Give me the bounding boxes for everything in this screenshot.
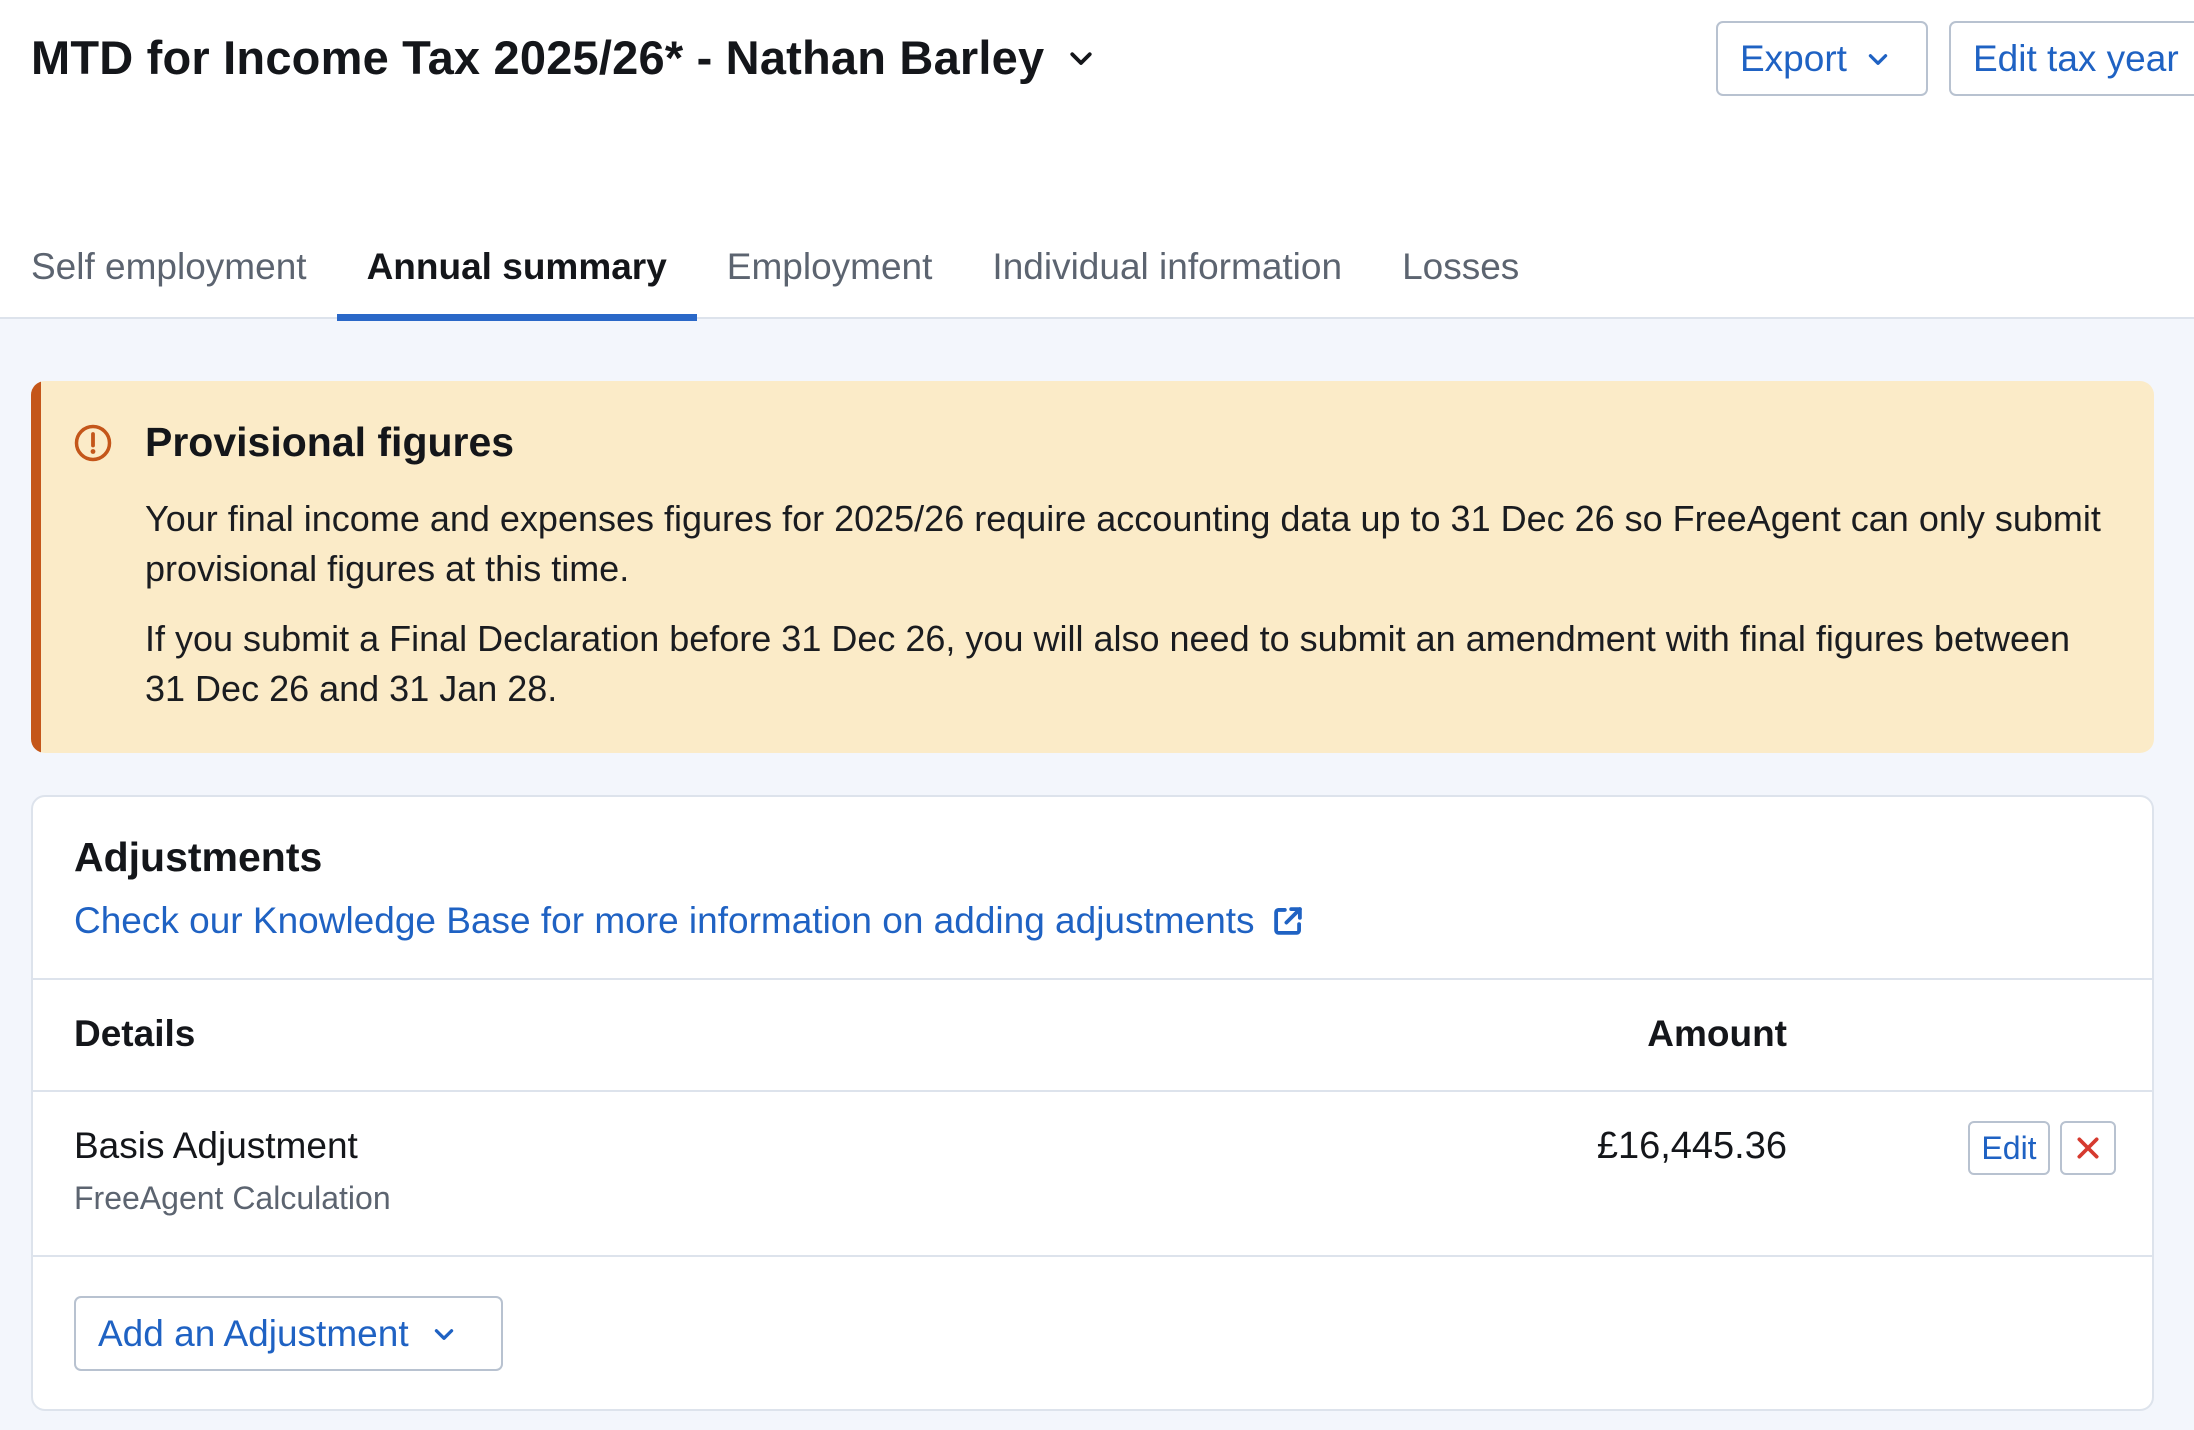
chevron-down-icon[interactable]: [1066, 43, 1096, 73]
divider: [33, 978, 2152, 980]
delete-adjustment-button[interactable]: [2060, 1121, 2116, 1175]
tab-individual-information[interactable]: Individual information: [962, 238, 1372, 319]
banner-title: Provisional figures: [145, 419, 515, 465]
tab-label: Annual summary: [366, 246, 667, 287]
close-icon: [2077, 1137, 2099, 1159]
provisional-figures-banner: Provisional figures Your final income an…: [31, 381, 2154, 753]
chevron-down-icon: [434, 1328, 453, 1340]
edit-label: Edit: [1981, 1129, 2037, 1166]
edit-adjustment-button[interactable]: Edit: [1968, 1121, 2050, 1175]
export-button[interactable]: Export: [1716, 21, 1928, 96]
external-link-icon: [1273, 907, 1302, 935]
tab-label: Losses: [1402, 246, 1520, 287]
export-label: Export: [1740, 37, 1847, 79]
banner-paragraph: If you submit a Final Declaration before…: [145, 618, 2071, 709]
page-header: MTD for Income Tax 2025/26* - Nathan Bar…: [0, 0, 2194, 321]
tab-self-employment[interactable]: Self employment: [0, 238, 337, 319]
adjustments-title: Adjustments: [74, 834, 323, 880]
tab-label: Employment: [726, 246, 933, 287]
tab-label: Individual information: [992, 246, 1343, 287]
edit-tax-year-label: Edit tax year: [1973, 37, 2179, 79]
edit-tax-year-button[interactable]: Edit tax year: [1949, 21, 2194, 96]
knowledge-base-link[interactable]: Check our Knowledge Base for more inform…: [74, 900, 1307, 942]
page-title: MTD for Income Tax 2025/26* - Nathan Bar…: [31, 31, 1045, 84]
page: MTD for Income Tax 2025/26* - Nathan Bar…: [0, 0, 2194, 1430]
banner-paragraph: Your final income and expenses figures f…: [145, 498, 2101, 589]
column-header-amount: Amount: [1647, 1013, 1787, 1054]
adjustment-source: FreeAgent Calculation: [74, 1180, 391, 1216]
adjustment-amount: £16,445.36: [1596, 1125, 1787, 1167]
tab-bar: Self employment Annual summary Employmen…: [0, 238, 1549, 321]
knowledge-base-link-label: Check our Knowledge Base for more inform…: [74, 900, 1255, 941]
tab-losses[interactable]: Losses: [1372, 238, 1549, 319]
tab-employment[interactable]: Employment: [697, 238, 963, 319]
alert-circle-icon: [74, 424, 112, 462]
tab-annual-summary[interactable]: Annual summary: [336, 238, 697, 321]
chevron-down-icon: [1868, 53, 1888, 65]
tab-label: Self employment: [31, 246, 307, 287]
divider: [33, 1090, 2152, 1092]
title-selector[interactable]: MTD for Income Tax 2025/26* - Nathan Bar…: [31, 30, 1096, 85]
adjustments-card: Adjustments Check our Knowledge Base for…: [31, 795, 2154, 1411]
add-adjustment-label: Add an Adjustment: [98, 1312, 409, 1354]
column-header-details: Details: [74, 1013, 196, 1054]
add-adjustment-button[interactable]: Add an Adjustment: [74, 1296, 503, 1371]
adjustment-detail: Basis Adjustment: [74, 1125, 358, 1166]
divider: [33, 1255, 2152, 1257]
